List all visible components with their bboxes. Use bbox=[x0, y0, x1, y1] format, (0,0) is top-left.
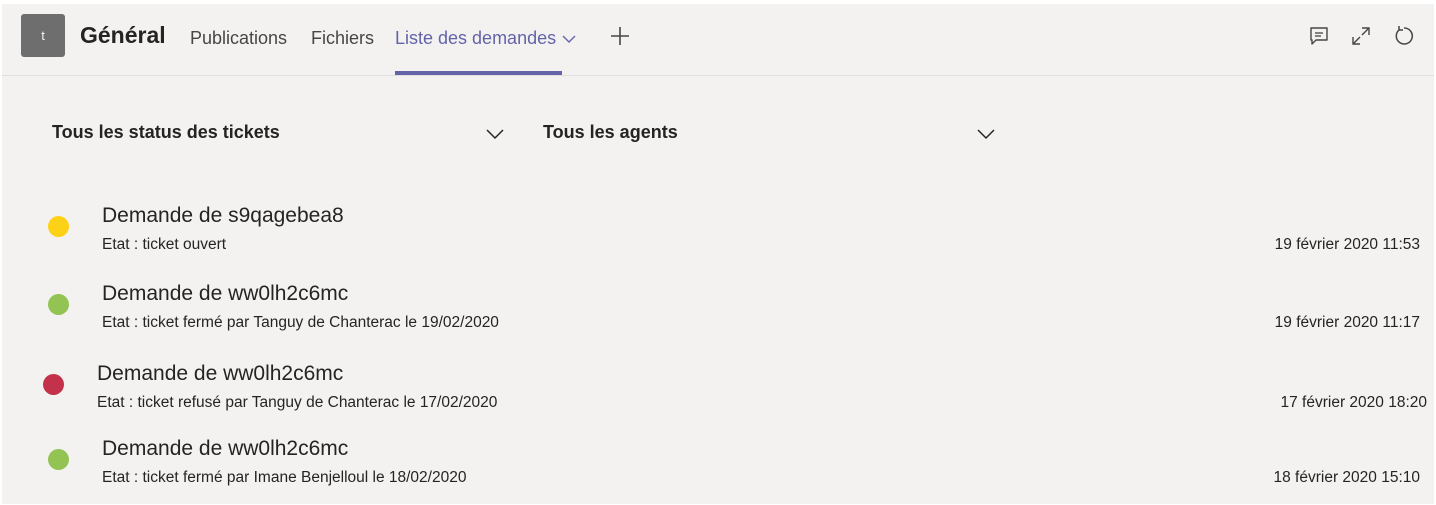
ticket-status-filter-label: Tous les status des tickets bbox=[52, 122, 280, 142]
ticket-status-filter[interactable]: Tous les status des tickets bbox=[52, 122, 504, 148]
tab-liste-des-demandes-label: Liste des demandes bbox=[395, 28, 557, 48]
tab-publications[interactable]: Publications bbox=[190, 28, 287, 49]
ticket-status: Etat : ticket fermé par Tanguy de Chante… bbox=[102, 314, 499, 331]
agents-filter[interactable]: Tous les agents bbox=[543, 122, 995, 148]
ticket-row[interactable]: Demande de ww0lh2c6mc Etat : ticket ferm… bbox=[2, 435, 1434, 504]
status-dot bbox=[43, 374, 64, 395]
add-tab-icon[interactable] bbox=[608, 24, 632, 48]
chevron-down-icon[interactable] bbox=[562, 34, 576, 44]
ticket-date: 18 février 2020 15:10 bbox=[1273, 469, 1421, 486]
ticket-status: Etat : ticket refusé par Tanguy de Chant… bbox=[97, 394, 498, 411]
channel-title: Général bbox=[80, 22, 166, 48]
ticket-title: Demande de ww0lh2c6mc bbox=[102, 282, 349, 305]
status-dot bbox=[48, 449, 69, 470]
ticket-date: 17 février 2020 18:20 bbox=[1280, 394, 1428, 411]
agents-filter-label: Tous les agents bbox=[543, 122, 678, 142]
ticket-status: Etat : ticket fermé par Imane Benjelloul… bbox=[102, 469, 467, 486]
ticket-status: Etat : ticket ouvert bbox=[102, 236, 227, 253]
ticket-date: 19 février 2020 11:17 bbox=[1274, 314, 1420, 331]
chevron-down-icon bbox=[977, 129, 995, 140]
chevron-down-icon bbox=[486, 129, 504, 140]
refresh-icon[interactable] bbox=[1392, 24, 1416, 48]
channel-header: t Général Publications Fichiers Liste de… bbox=[2, 4, 1434, 76]
ticket-title: Demande de ww0lh2c6mc bbox=[97, 362, 344, 385]
status-dot bbox=[48, 294, 69, 315]
conversation-icon[interactable] bbox=[1307, 24, 1331, 48]
expand-icon[interactable] bbox=[1349, 24, 1373, 48]
ticket-row[interactable]: Demande de ww0lh2c6mc Etat : ticket refu… bbox=[2, 360, 1434, 430]
teams-channel-view: t Général Publications Fichiers Liste de… bbox=[2, 4, 1434, 504]
ticket-title: Demande de ww0lh2c6mc bbox=[102, 437, 349, 460]
active-tab-indicator bbox=[395, 71, 562, 75]
status-dot bbox=[48, 216, 69, 237]
ticket-row[interactable]: Demande de s9qagebea8 Etat : ticket ouve… bbox=[2, 202, 1434, 272]
tab-liste-des-demandes[interactable]: Liste des demandes bbox=[395, 28, 576, 49]
ticket-title: Demande de s9qagebea8 bbox=[102, 204, 344, 227]
ticket-date: 19 février 2020 11:53 bbox=[1274, 236, 1420, 253]
ticket-row[interactable]: Demande de ww0lh2c6mc Etat : ticket ferm… bbox=[2, 280, 1434, 350]
tab-fichiers[interactable]: Fichiers bbox=[311, 28, 374, 49]
team-avatar[interactable]: t bbox=[21, 14, 65, 57]
